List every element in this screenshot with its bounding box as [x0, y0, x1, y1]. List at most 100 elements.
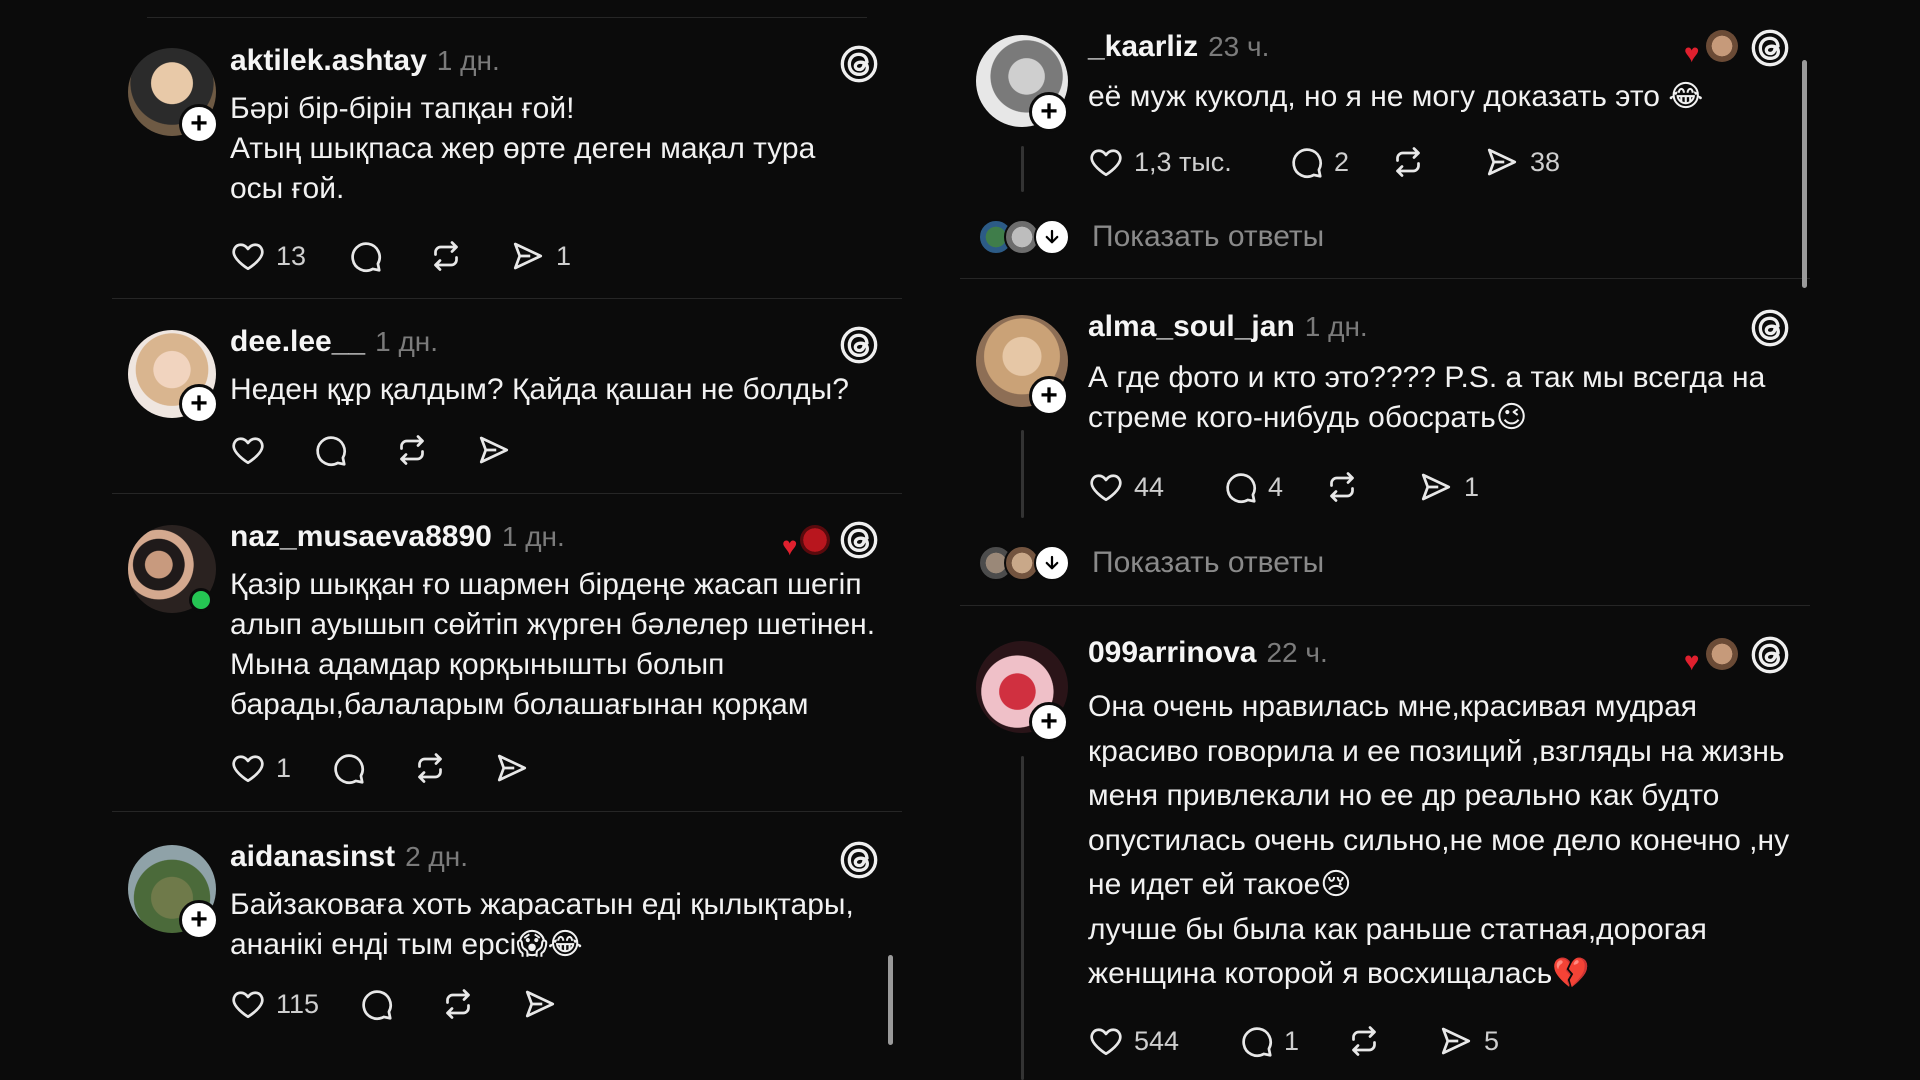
comment-count: 4 — [1268, 471, 1284, 502]
repost-icon — [1390, 144, 1426, 180]
username[interactable]: aktilek.ashtay — [230, 44, 427, 78]
thread-line — [1021, 146, 1024, 192]
reaction-avatars: ♥ — [1684, 30, 1738, 66]
show-replies-label[interactable]: Показать ответы — [1092, 546, 1324, 580]
repost-button[interactable] — [1346, 1021, 1382, 1061]
reply-avatars — [978, 545, 1070, 581]
reaction-avatars: ♥ — [780, 523, 834, 559]
post-actions: 115 — [230, 984, 630, 1024]
left-feed: + aktilek.ashtay 1 дн. Бәрі бір-бірін та… — [112, 0, 902, 1080]
username[interactable]: 099arrinova — [1088, 636, 1256, 670]
repost-icon — [428, 238, 464, 274]
repost-icon — [412, 750, 448, 786]
username[interactable]: dee.lee__ — [230, 325, 365, 359]
username[interactable]: aidanasinst — [230, 840, 395, 874]
share-icon — [1438, 1023, 1474, 1059]
post-header: _kaarliz 23 ч. — [1088, 30, 1269, 70]
like-button[interactable]: 1,3 тыс. — [1088, 142, 1232, 182]
like-button[interactable] — [230, 430, 266, 470]
comment-button[interactable] — [347, 236, 383, 276]
like-button[interactable]: 544 — [1088, 1021, 1179, 1061]
comment-button[interactable]: 1 — [1238, 1021, 1299, 1061]
comment-icon — [1288, 144, 1324, 180]
share-icon — [494, 750, 530, 786]
repost-button[interactable] — [1324, 467, 1360, 507]
like-button[interactable]: 13 — [230, 236, 306, 276]
show-replies-button[interactable]: Показать ответы — [978, 543, 1324, 583]
post-header: naz_musaeva8890 1 дн. — [230, 520, 565, 560]
heart-icon — [1088, 469, 1124, 505]
share-button[interactable] — [494, 748, 530, 788]
follow-plus-icon[interactable]: + — [1029, 92, 1069, 132]
share-button[interactable] — [476, 430, 512, 470]
threads-icon[interactable] — [839, 520, 879, 560]
username[interactable]: naz_musaeva8890 — [230, 520, 492, 554]
share-icon — [476, 432, 512, 468]
post-body: А где фото и кто это???? P.S. а так мы в… — [1088, 361, 1766, 434]
repost-button[interactable] — [440, 984, 476, 1024]
threads-icon[interactable] — [1750, 28, 1790, 68]
comment-icon — [1222, 469, 1258, 505]
show-replies-button[interactable]: Показать ответы — [978, 217, 1324, 257]
comment-icon — [330, 750, 366, 786]
heart-icon — [1088, 1023, 1124, 1059]
like-count: 1,3 тыс. — [1134, 146, 1232, 177]
post-actions: 544 1 5 — [1088, 1021, 1648, 1061]
share-button[interactable]: 1 — [1418, 467, 1479, 507]
share-count: 1 — [1464, 471, 1480, 502]
share-icon — [1484, 144, 1520, 180]
divider — [960, 278, 1810, 279]
post-actions: 1 — [230, 748, 630, 788]
follow-plus-icon[interactable]: + — [1029, 702, 1069, 742]
repost-button[interactable] — [1390, 142, 1426, 182]
right-feed: + _kaarliz 23 ч. ♥ её муж куколд, но я н… — [960, 0, 1810, 1080]
follow-plus-icon[interactable]: + — [1029, 376, 1069, 416]
repost-button[interactable] — [412, 748, 448, 788]
arrow-down-icon — [1034, 545, 1070, 581]
post-header: dee.lee__ 1 дн. — [230, 325, 438, 365]
threads-icon[interactable] — [839, 325, 879, 365]
share-icon — [522, 986, 558, 1022]
comment-button[interactable] — [358, 984, 394, 1024]
timestamp: 1 дн. — [501, 521, 565, 552]
divider — [112, 493, 902, 494]
show-replies-label[interactable]: Показать ответы — [1092, 220, 1324, 254]
repost-button[interactable] — [394, 430, 430, 470]
threads-icon[interactable] — [1750, 635, 1790, 675]
post-body: Бәрі бір-бірін тапқан ғой! Атың шықпаса … — [230, 92, 816, 205]
share-button[interactable]: 1 — [510, 236, 571, 276]
thread-line — [1021, 756, 1024, 1080]
repost-button[interactable] — [428, 236, 464, 276]
scrollbar[interactable] — [888, 955, 893, 1045]
timestamp: 1 дн. — [436, 45, 500, 76]
like-button[interactable]: 115 — [230, 984, 319, 1024]
follow-plus-icon[interactable]: + — [179, 900, 219, 940]
scrollbar[interactable] — [1802, 60, 1807, 288]
comment-button[interactable]: 4 — [1222, 467, 1283, 507]
comment-button[interactable]: 2 — [1288, 142, 1349, 182]
threads-icon[interactable] — [1750, 308, 1790, 348]
divider — [112, 298, 902, 299]
like-count: 1 — [276, 752, 292, 783]
timestamp: 2 дн. — [405, 841, 468, 872]
comment-button[interactable] — [330, 748, 366, 788]
comment-count: 1 — [1284, 1025, 1300, 1056]
follow-plus-icon[interactable]: + — [179, 384, 219, 424]
threads-icon[interactable] — [839, 840, 879, 880]
like-button[interactable]: 44 — [1088, 467, 1164, 507]
comment-icon — [347, 238, 383, 274]
share-button[interactable]: 5 — [1438, 1021, 1499, 1061]
username[interactable]: alma_soul_jan — [1088, 310, 1295, 344]
follow-plus-icon[interactable]: + — [179, 104, 219, 144]
comment-icon — [1238, 1023, 1274, 1059]
share-button[interactable]: 38 — [1484, 142, 1560, 182]
post-actions: 44 4 1 — [1088, 467, 1648, 507]
post-header: 099arrinova 22 ч. — [1088, 636, 1328, 676]
timestamp: 22 ч. — [1266, 637, 1328, 668]
share-button[interactable] — [522, 984, 558, 1024]
reaction-avatars: ♥ — [1684, 638, 1738, 674]
username[interactable]: _kaarliz — [1088, 30, 1198, 64]
like-button[interactable]: 1 — [230, 748, 291, 788]
threads-icon[interactable] — [839, 44, 879, 84]
comment-button[interactable] — [312, 430, 348, 470]
